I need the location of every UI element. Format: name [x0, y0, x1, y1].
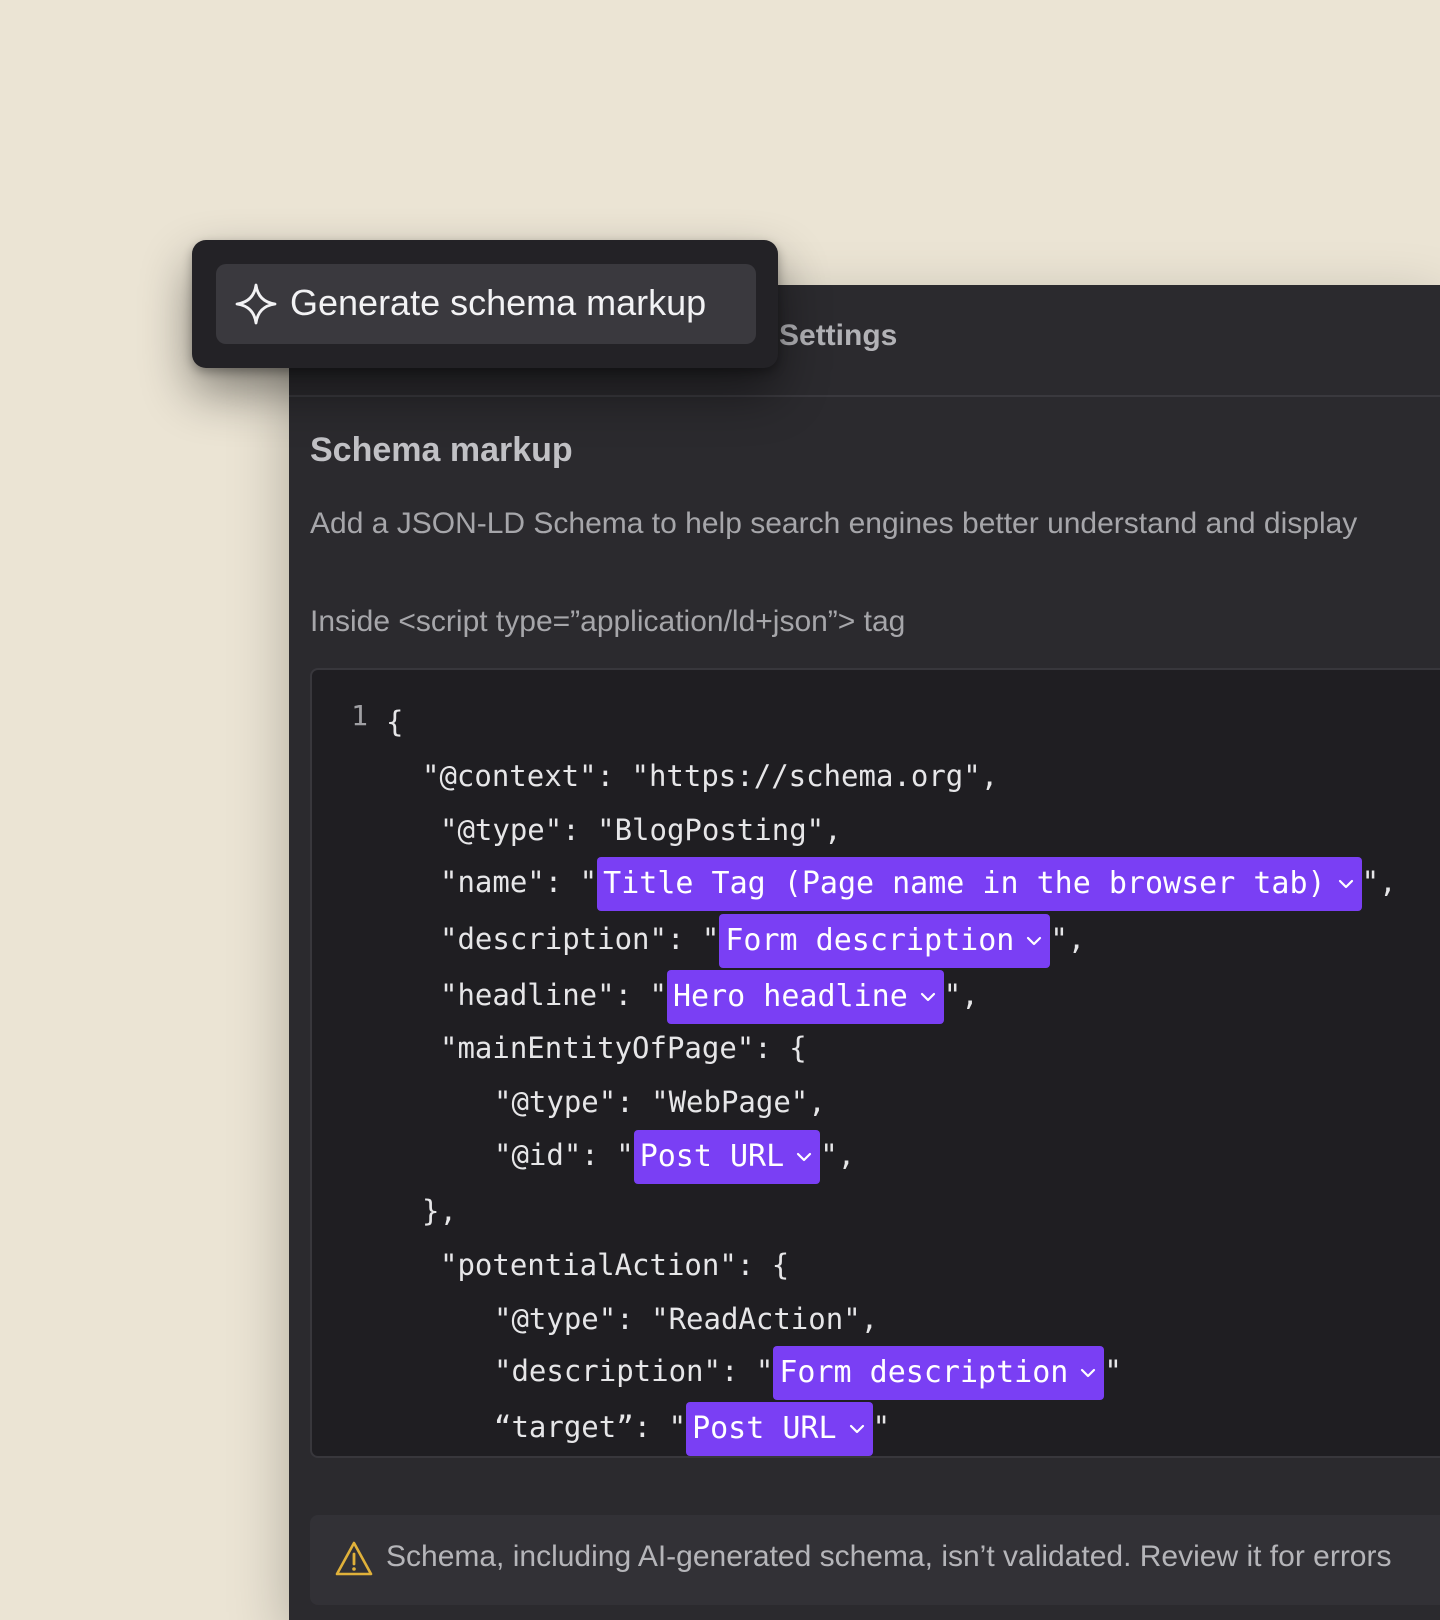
settings-panel: Settings Schema markup Add a JSON-LD Sch…: [289, 285, 1440, 1620]
code-key: “target”: ": [494, 1410, 687, 1444]
generate-popover: Generate schema markup: [192, 240, 778, 368]
code-line-description: "description": " Form description ",: [440, 914, 1086, 968]
code-suffix: ": [1104, 1354, 1122, 1388]
code-suffix: ",: [1050, 922, 1086, 956]
code-suffix: ",: [820, 1138, 856, 1172]
code-key: "description": ": [494, 1354, 774, 1388]
section-description: Add a JSON-LD Schema to help search engi…: [310, 507, 1358, 540]
token-label: Post URL: [639, 1139, 785, 1174]
code-line-name: "name": " Title Tag (Page name in the bro…: [440, 857, 1397, 911]
code-line-headline: "headline": " Hero headline ",: [440, 970, 979, 1024]
chevron-down-icon: [920, 992, 935, 1002]
variable-token-action-description[interactable]: Form description: [773, 1346, 1105, 1400]
chevron-down-icon: [849, 1424, 864, 1434]
code-suffix: ",: [1361, 865, 1397, 899]
variable-token-name[interactable]: Title Tag (Page name in the browser tab): [597, 857, 1362, 911]
code-line-target: “target”: " Post URL ": [494, 1402, 891, 1456]
panel-header-title: Settings: [779, 319, 898, 352]
code-key: "@id": ": [494, 1138, 634, 1172]
token-label: Post URL: [692, 1411, 837, 1446]
variable-token-headline[interactable]: Hero headline: [666, 970, 944, 1024]
validation-warning: Schema, including AI-generated schema, i…: [310, 1515, 1440, 1605]
section-title: Schema markup: [310, 431, 573, 469]
code-key: "headline": ": [440, 978, 667, 1012]
code-line: "mainEntityOfPage": {: [440, 1031, 807, 1065]
token-label: Hero headline: [672, 979, 908, 1014]
code-line: "@context": "https://schema.org",: [422, 759, 999, 793]
code-line-id: "@id": " Post URL ",: [494, 1130, 856, 1184]
chevron-down-icon: [1027, 936, 1042, 946]
token-label: Title Tag (Page name in the browser tab): [603, 866, 1326, 901]
generate-schema-button[interactable]: Generate schema markup: [216, 264, 756, 344]
code-suffix: ": [872, 1410, 891, 1444]
code-label: Inside <script type=”application/ld+json…: [310, 605, 906, 638]
line-number: 1: [351, 699, 368, 732]
variable-token-description[interactable]: Form description: [719, 914, 1051, 968]
code-key: "description": ": [440, 922, 720, 956]
chevron-down-icon: [1338, 879, 1353, 889]
code-line: "@type": "ReadAction",: [494, 1302, 879, 1336]
warning-text: Schema, including AI-generated schema, i…: [386, 1540, 1392, 1573]
chevron-down-icon: [1081, 1368, 1096, 1378]
variable-token-id[interactable]: Post URL: [633, 1130, 821, 1184]
code-line: "@type": "BlogPosting",: [440, 813, 842, 847]
code-line-action-description: "description": " Form description ": [494, 1346, 1122, 1400]
code-suffix: ",: [943, 978, 979, 1012]
token-label: Form description: [725, 923, 1015, 958]
code-key: "name": ": [440, 865, 598, 899]
token-label: Form description: [779, 1355, 1069, 1390]
code-line: {: [386, 705, 404, 739]
code-line: "potentialAction": {: [440, 1248, 790, 1282]
code-editor[interactable]: 1 { "@context": "https://schema.org", "@…: [310, 668, 1440, 1458]
sparkle-icon: [235, 283, 277, 325]
chevron-down-icon: [797, 1152, 812, 1162]
variable-token-target[interactable]: Post URL: [686, 1402, 873, 1456]
code-line: "@type": "WebPage",: [494, 1085, 826, 1119]
generate-button-label: Generate schema markup: [290, 282, 707, 323]
code-line: },: [422, 1194, 457, 1228]
warning-icon: [335, 1541, 373, 1576]
